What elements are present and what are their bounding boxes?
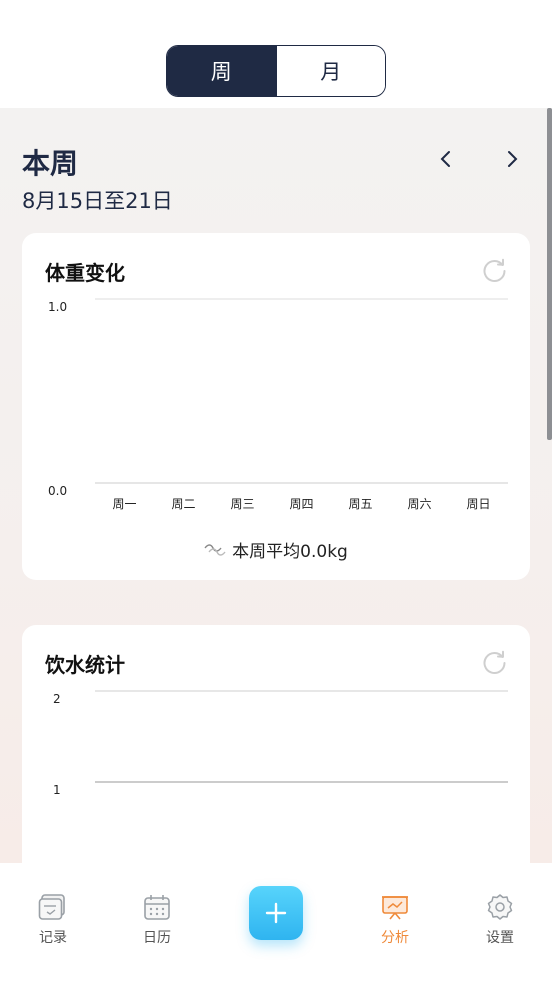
previous-period-button[interactable] xyxy=(433,146,459,172)
period-title: 本周 xyxy=(22,147,79,180)
y-tick-label: 1 xyxy=(53,783,61,797)
bottom-navigation: 记录 日历 分析 设置 xyxy=(0,863,552,981)
next-period-button[interactable] xyxy=(499,146,525,172)
y-tick-label: 0.0 xyxy=(48,484,67,498)
x-tick-label: 周一 xyxy=(112,497,136,511)
average-text: 本周平均0.0kg xyxy=(232,542,348,562)
period-range: 8月15日至21日 xyxy=(22,189,173,213)
nav-settings[interactable]: 设置 xyxy=(465,893,535,947)
top-bar: 周 月 xyxy=(0,0,552,108)
weekly-average: 本周平均0.0kg xyxy=(22,537,530,562)
nav-record-label: 记录 xyxy=(39,930,67,946)
nav-record[interactable]: 记录 xyxy=(18,893,88,947)
add-entry-button[interactable] xyxy=(249,886,303,940)
month-tab[interactable]: 月 xyxy=(275,46,385,96)
y-tick-label: 2 xyxy=(53,692,61,706)
analysis-icon xyxy=(382,896,408,920)
nav-calendar[interactable]: 日历 xyxy=(122,893,192,947)
water-chart: 21 xyxy=(53,690,508,797)
x-tick-label: 周二 xyxy=(171,497,195,511)
analysis-content[interactable]: 本周 8月15日至21日 体重变化 1.0 0.0 周一 周二 周三 周四 周五 周六 周日 本… xyxy=(0,108,552,863)
weight-card: 体重变化 1.0 0.0 周一 周二 周三 周四 周五 周六 周日 本周平均0.0kg xyxy=(22,233,530,580)
nav-calendar-label: 日历 xyxy=(143,930,171,946)
x-tick-label: 周三 xyxy=(230,497,254,511)
water-card: 饮水统计 21 xyxy=(22,625,530,863)
chevron-left-icon xyxy=(440,151,450,167)
record-icon xyxy=(38,894,65,920)
x-tick-label: 周六 xyxy=(407,497,431,511)
x-tick-label: 周四 xyxy=(289,497,313,511)
chevron-right-icon xyxy=(508,151,518,167)
x-tick-label: 周五 xyxy=(348,497,372,511)
scrollbar[interactable] xyxy=(547,108,552,440)
settings-icon xyxy=(487,894,513,920)
x-tick-label: 周日 xyxy=(466,497,490,511)
nav-analysis-label: 分析 xyxy=(381,930,409,946)
nav-settings-label: 设置 xyxy=(486,930,514,946)
period-segment-control: 周 月 xyxy=(166,45,386,97)
weight-chart: 1.0 0.0 周一 周二 周三 周四 周五 周六 周日 xyxy=(48,298,508,511)
y-tick-label: 1.0 xyxy=(48,300,67,314)
trend-icon xyxy=(204,543,226,556)
week-tab[interactable]: 周 xyxy=(167,46,276,96)
calendar-icon xyxy=(144,895,170,920)
plus-icon xyxy=(265,902,287,924)
nav-analysis[interactable]: 分析 xyxy=(360,893,430,947)
